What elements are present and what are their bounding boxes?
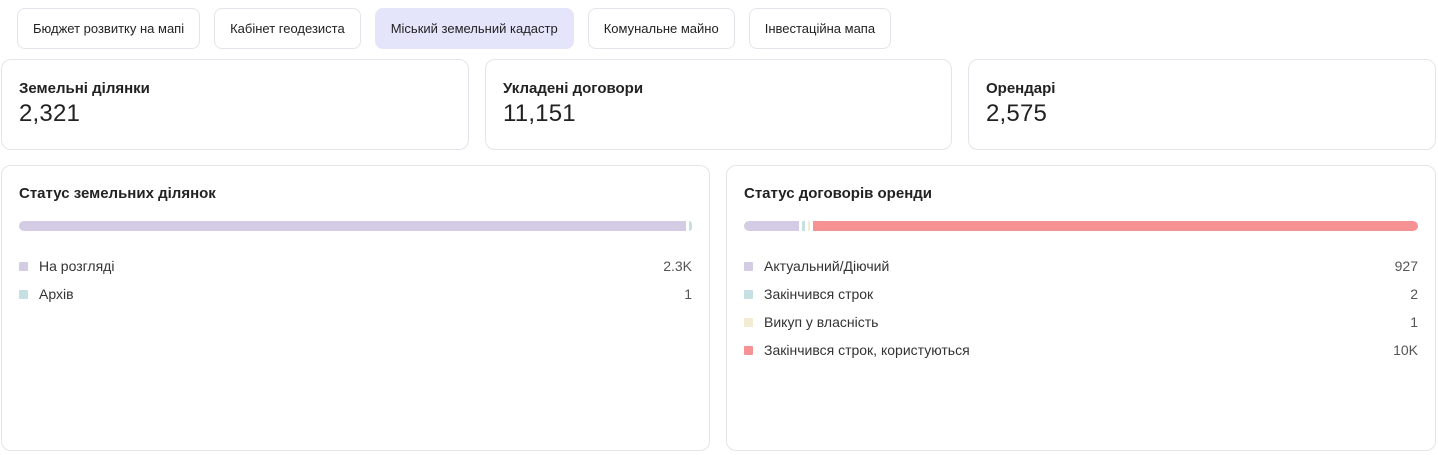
kpi-label: Земельні ділянки (19, 80, 150, 97)
kpi-card-tenants: Орендарі 2,575 (968, 59, 1436, 150)
legend-label: Архів (39, 286, 74, 302)
status-bar-segment[interactable] (807, 221, 811, 231)
legend-item[interactable]: Архів 1 (19, 274, 692, 314)
kpi-value: 11,151 (503, 100, 576, 127)
legend-value: 2 (1410, 286, 1418, 302)
legend-value: 10K (1393, 342, 1418, 358)
status-bar-segment[interactable] (744, 221, 799, 231)
tab-land-cadastre[interactable]: Міський земельний кадастр (374, 8, 574, 49)
legend: На розгляді 2.3K Архів 1 (19, 246, 692, 314)
panel-title: Статус договорів оренди (744, 185, 932, 202)
legend-value: 1 (684, 286, 692, 302)
dashboard-tabs: Бюджет розвитку на мапі Кабінет геодезис… (17, 8, 892, 49)
tab-investment-map[interactable]: Інвестаційна мапа (748, 8, 892, 49)
status-bar (744, 221, 1418, 231)
legend-swatch-icon (19, 289, 28, 299)
status-bar-segment[interactable] (689, 221, 692, 231)
legend-swatch-icon (744, 345, 753, 355)
panel-title: Статус земельних ділянок (19, 185, 216, 202)
status-bar-segment[interactable] (801, 221, 805, 231)
legend-swatch-icon (744, 261, 753, 271)
kpi-label: Орендарі (986, 80, 1056, 97)
legend-value: 2.3K (663, 258, 692, 274)
legend-label: Закінчився строк, користуються (764, 342, 970, 358)
kpi-card-contracts: Укладені договори 11,151 (485, 59, 952, 150)
tab-budget-map[interactable]: Бюджет розвитку на мапі (17, 8, 201, 49)
legend-value: 927 (1394, 258, 1418, 274)
legend-swatch-icon (744, 317, 753, 327)
status-bar-segment[interactable] (19, 221, 687, 231)
panel-lease-contract-status: Статус договорів оренди Актуальний/Діючи… (726, 165, 1436, 451)
tab-surveyor-cabinet[interactable]: Кабінет геодезиста (214, 8, 361, 49)
kpi-value: 2,321 (19, 100, 81, 127)
legend-label: Викуп у власність (764, 314, 879, 330)
kpi-label: Укладені договори (503, 80, 644, 97)
kpi-card-land-plots: Земельні ділянки 2,321 (1, 59, 469, 150)
legend-swatch-icon (19, 261, 28, 271)
status-bar (19, 221, 692, 231)
panel-land-plot-status: Статус земельних ділянок На розгляді 2.3K… (1, 165, 710, 451)
legend-label: На розгляді (39, 258, 115, 274)
kpi-value: 2,575 (986, 100, 1048, 127)
legend-label: Закінчився строк (764, 286, 874, 302)
legend-item[interactable]: Закінчився строк, користуються 10K (744, 330, 1418, 370)
tab-municipal-property[interactable]: Комунальне майно (587, 8, 735, 49)
legend-value: 1 (1410, 314, 1418, 330)
legend: Актуальний/Діючий 927 Закінчився строк 2 Вик… (744, 246, 1418, 370)
legend-label: Актуальний/Діючий (764, 258, 890, 274)
legend-swatch-icon (744, 289, 753, 299)
status-bar-segment[interactable] (813, 221, 1418, 231)
